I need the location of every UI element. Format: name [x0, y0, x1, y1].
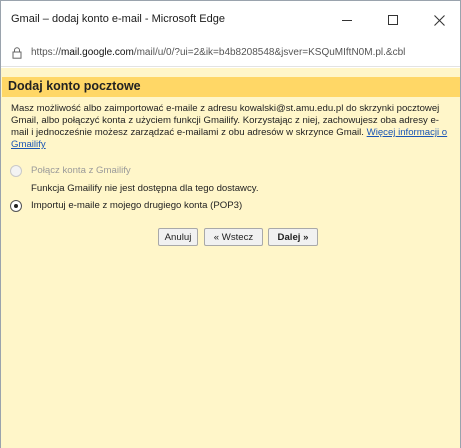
- url-prefix: https://: [31, 47, 62, 58]
- description: Masz możliwość albo zaimportować e-maile…: [11, 103, 451, 151]
- maximize-button[interactable]: [373, 1, 413, 39]
- gmailify-unavailable-note: Funkcja Gmailify nie jest dostępna dla t…: [31, 183, 259, 194]
- maximize-icon: [388, 15, 398, 25]
- url-host: mail.google.com: [61, 47, 134, 58]
- address-bar[interactable]: https://mail.google.com/mail/u/0/?ui=2&i…: [1, 39, 460, 67]
- minimize-button[interactable]: [327, 1, 367, 39]
- title-bar: Gmail – dodaj konto e-mail - Microsoft E…: [1, 1, 460, 39]
- browser-window: Gmail – dodaj konto e-mail - Microsoft E…: [0, 0, 461, 448]
- window-title: Gmail – dodaj konto e-mail - Microsoft E…: [11, 13, 225, 25]
- popup-content: Dodaj konto pocztowe Masz możliwość albo…: [1, 68, 460, 448]
- dialog-header: Dodaj konto pocztowe: [2, 77, 460, 97]
- page-title: Dodaj konto pocztowe: [8, 79, 141, 93]
- url-text[interactable]: https://mail.google.com/mail/u/0/?ui=2&i…: [31, 47, 459, 58]
- url-path: /mail/u/0/?ui=2&ik=b4b8208548&jsver=KSQu…: [133, 47, 406, 58]
- cancel-button[interactable]: Anuluj: [158, 228, 198, 246]
- minimize-icon: [342, 19, 352, 21]
- gmailify-option-label: Połącz konta z Gmailify: [31, 165, 131, 176]
- back-button[interactable]: « Wstecz: [204, 228, 263, 246]
- next-button[interactable]: Dalej »: [268, 228, 318, 246]
- pop3-option-label[interactable]: Importuj e-maile z mojego drugiego konta…: [31, 200, 242, 211]
- pop3-radio[interactable]: [10, 200, 22, 212]
- close-button[interactable]: [419, 1, 459, 39]
- radio-selected-dot: [14, 204, 18, 208]
- lock-icon: [12, 47, 22, 59]
- close-icon: [433, 14, 445, 26]
- gmailify-radio: [10, 165, 22, 177]
